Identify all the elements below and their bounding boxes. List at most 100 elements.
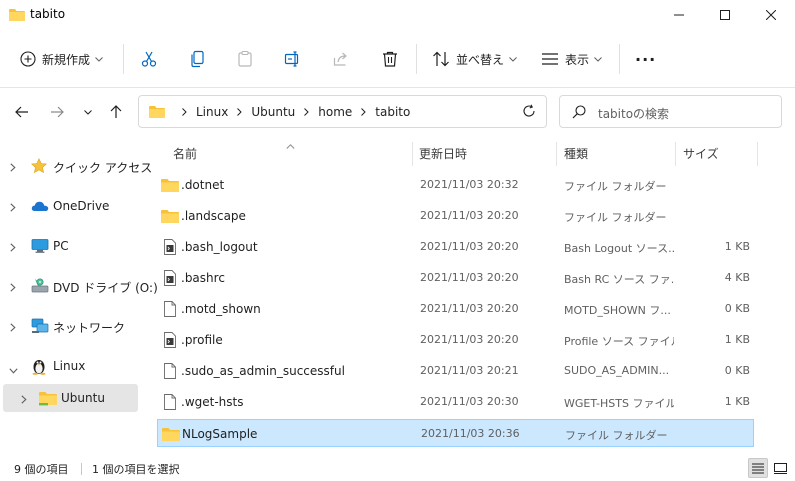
chevron-right-icon[interactable] [10, 241, 16, 255]
column-divider[interactable] [412, 142, 413, 166]
file-date: 2021/11/03 20:32 [420, 178, 519, 191]
delete-button[interactable] [381, 43, 399, 75]
column-divider[interactable] [556, 142, 557, 166]
sidebar-item-label: PC [53, 239, 69, 253]
chevron-right-icon[interactable] [10, 321, 16, 335]
sidebar-item-ubuntu[interactable]: Ubuntu [3, 384, 138, 412]
file-row[interactable]: .bash_logout 2021/11/03 20:20 Bash Logout … [157, 233, 754, 261]
scissors-icon [141, 51, 157, 67]
cut-button[interactable] [140, 43, 158, 75]
file-type: Bash Logout ソース... [564, 242, 674, 255]
item-count: 9 個の項目 [14, 463, 69, 476]
sidebar-item-dvd-drive[interactable]: DVD ドライブ (O:) [3, 272, 158, 300]
chevron-right-icon[interactable] [10, 281, 16, 295]
sort-button[interactable]: 並べ替え [432, 43, 517, 75]
sidebar-item-onedrive[interactable]: OneDrive [3, 192, 138, 220]
sidebar-item-pc[interactable]: PC [3, 232, 138, 260]
more-options-label: ··· [635, 49, 657, 69]
breadcrumb-item-ubuntu[interactable]: Ubuntu [251, 105, 295, 119]
recent-locations-button[interactable] [76, 100, 100, 124]
chevron-right-icon[interactable] [21, 393, 27, 407]
file-row[interactable]: NLogSample 2021/11/03 20:36 ファイル フォルダー [157, 419, 754, 447]
column-divider[interactable] [675, 142, 676, 166]
file-size: 1 KB [724, 333, 750, 346]
file-date: 2021/11/03 20:30 [420, 395, 519, 408]
chevron-right-icon[interactable] [304, 107, 309, 116]
back-button[interactable] [10, 100, 34, 124]
breadcrumb-item-home[interactable]: home [318, 105, 352, 119]
chevron-right-icon[interactable] [10, 161, 16, 175]
breadcrumb-item-tabito[interactable]: tabito [375, 105, 410, 119]
file-date: 2021/11/03 20:21 [420, 364, 519, 377]
column-divider[interactable] [757, 142, 758, 166]
file-date: 2021/11/03 20:20 [420, 271, 519, 284]
minimize-button[interactable] [656, 0, 702, 30]
details-view-button[interactable] [748, 458, 768, 478]
file-row[interactable]: .sudo_as_admin_successful 2021/11/03 20:2… [157, 357, 754, 385]
search-input[interactable]: tabitoの検索 [559, 95, 782, 128]
selected-count: 1 個の項目を選択 [92, 463, 180, 476]
share-button[interactable] [332, 43, 350, 75]
folder-icon [162, 426, 180, 445]
column-header-size[interactable]: サイズ [683, 140, 719, 167]
chevron-right-icon[interactable] [10, 201, 16, 215]
paste-button[interactable] [236, 43, 254, 75]
file-name: .dotnet [181, 178, 225, 192]
up-button[interactable] [104, 100, 128, 124]
file-name: .sudo_as_admin_successful [181, 364, 345, 378]
file-type: ファイル フォルダー [564, 211, 667, 224]
file-row[interactable]: .motd_shown 2021/11/03 20:20 MOTD_SHOWN フ.… [157, 295, 754, 323]
file-row[interactable]: .bashrc 2021/11/03 20:20 Bash RC ソース ファ...… [157, 264, 754, 292]
chevron-down-icon [509, 56, 517, 62]
folder-icon [9, 8, 25, 25]
chevron-right-icon[interactable] [361, 107, 367, 116]
rename-button[interactable] [284, 43, 302, 75]
file-row[interactable]: .profile 2021/11/03 20:20 Profile ソース ファイル… [157, 326, 754, 354]
sidebar-item-label: Ubuntu [61, 391, 105, 405]
column-header-name[interactable]: 名前 [173, 140, 197, 167]
network-icon [31, 318, 49, 337]
sidebar-item-network[interactable]: ネットワーク [3, 312, 138, 340]
breadcrumb-item-linux[interactable]: Linux [196, 105, 228, 119]
view-button[interactable]: 表示 [541, 43, 602, 75]
file-type: ファイル フォルダー [564, 180, 667, 193]
file-name: .landscape [181, 209, 246, 223]
chevron-down-icon[interactable] [9, 363, 18, 377]
chevron-right-icon[interactable] [237, 107, 243, 116]
forward-button[interactable] [45, 100, 69, 124]
file-date: 2021/11/03 20:20 [420, 333, 519, 346]
sidebar-item-linux[interactable]: Linux [3, 352, 138, 380]
command-bar: 新規作成 並べ替え 表示 ··· [0, 30, 795, 88]
chevron-right-icon[interactable] [182, 107, 187, 116]
view-button-label: 表示 [565, 52, 590, 67]
refresh-button[interactable] [522, 104, 536, 121]
folder-icon [161, 177, 179, 196]
breadcrumb: Linux Ubuntu home tabito [149, 96, 410, 127]
copy-button[interactable] [189, 43, 207, 75]
linux-penguin-icon [31, 358, 47, 378]
close-icon [766, 10, 776, 20]
tiles-view-button[interactable] [770, 458, 790, 478]
address-bar[interactable]: Linux Ubuntu home tabito [138, 95, 547, 128]
column-header-type[interactable]: 種類 [564, 140, 588, 167]
sidebar-item-quick-access[interactable]: クイック アクセス [3, 152, 152, 180]
file-row[interactable]: .landscape 2021/11/03 20:20 ファイル フォルダー [157, 202, 754, 230]
more-options-button[interactable]: ··· [635, 43, 656, 75]
close-button[interactable] [748, 0, 794, 30]
new-button[interactable]: 新規作成 [20, 43, 103, 75]
file-row[interactable]: .wget-hsts 2021/11/03 20:30 WGET-HSTS ファイル… [157, 388, 754, 416]
new-button-label: 新規作成 [42, 52, 91, 67]
plus-circle-icon [20, 51, 36, 67]
file-size: 0 KB [724, 302, 750, 315]
navigation-pane: クイック アクセス OneDrive PC DVD ドライブ (O:) ネットワ… [0, 140, 158, 450]
file-row[interactable]: .dotnet 2021/11/03 20:32 ファイル フォルダー [157, 171, 754, 199]
column-header-date[interactable]: 更新日時 [419, 140, 467, 167]
clipboard-icon [238, 50, 252, 67]
file-date: 2021/11/03 20:20 [420, 209, 519, 222]
sidebar-item-label: Linux [53, 359, 86, 373]
search-icon [572, 105, 586, 122]
script-file-icon [163, 332, 177, 351]
maximize-button[interactable] [702, 0, 748, 30]
sidebar-item-label: ネットワーク [53, 321, 126, 335]
sort-ascending-icon [286, 138, 295, 152]
